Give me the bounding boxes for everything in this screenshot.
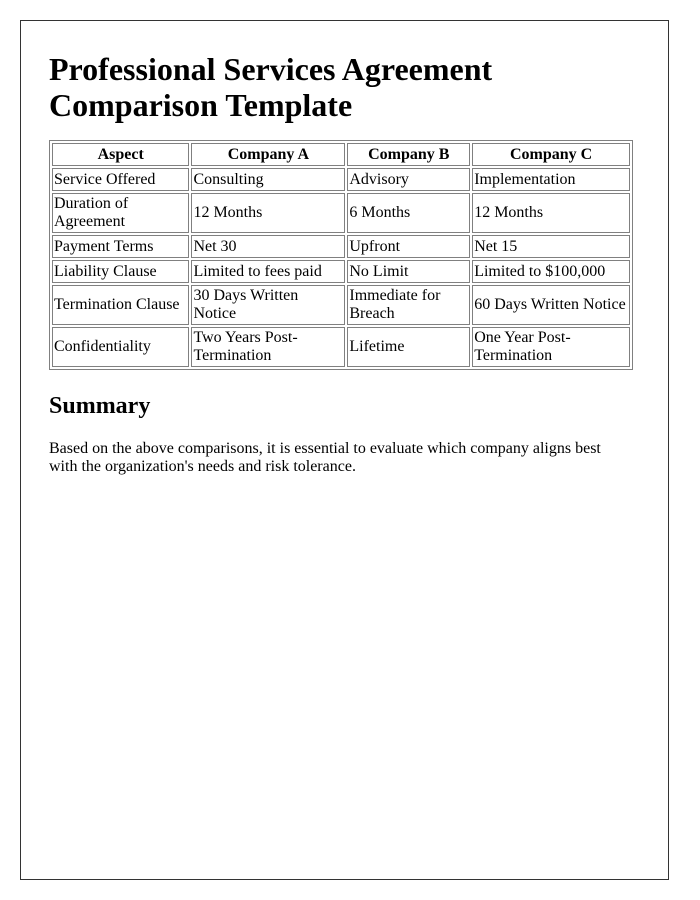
table-row: Duration of Agreement 12 Months 6 Months…: [52, 193, 630, 233]
header-company-b: Company B: [347, 143, 471, 166]
header-company-a: Company A: [191, 143, 346, 166]
cell-company-b: No Limit: [347, 260, 471, 283]
cell-aspect: Liability Clause: [52, 260, 190, 283]
cell-company-a: Consulting: [191, 168, 346, 191]
cell-company-b: Immediate for Breach: [347, 285, 471, 325]
header-company-c: Company C: [472, 143, 630, 166]
cell-company-a: 30 Days Written Notice: [191, 285, 346, 325]
cell-company-c: 12 Months: [472, 193, 630, 233]
cell-company-a: Net 30: [191, 235, 346, 258]
cell-company-a: 12 Months: [191, 193, 346, 233]
summary-heading: Summary: [49, 393, 151, 419]
cell-company-b: Advisory: [347, 168, 471, 191]
table-header-row: Aspect Company A Company B Company C: [52, 143, 630, 166]
cell-company-a: Limited to fees paid: [191, 260, 346, 283]
table-row: Payment Terms Net 30 Upfront Net 15: [52, 235, 630, 258]
table-row: Liability Clause Limited to fees paid No…: [52, 260, 630, 283]
table-row: Confidentiality Two Years Post-Terminati…: [52, 327, 630, 367]
cell-aspect: Termination Clause: [52, 285, 190, 325]
cell-aspect: Duration of Agreement: [52, 193, 190, 233]
cell-company-c: Implementation: [472, 168, 630, 191]
cell-company-c: Net 15: [472, 235, 630, 258]
summary-text: Based on the above comparisons, it is es…: [49, 440, 601, 475]
table-row: Service Offered Consulting Advisory Impl…: [52, 168, 630, 191]
cell-company-b: 6 Months: [347, 193, 471, 233]
cell-company-c: Limited to $100,000: [472, 260, 630, 283]
cell-aspect: Payment Terms: [52, 235, 190, 258]
cell-company-b: Upfront: [347, 235, 471, 258]
document-page: Professional Services Agreement Comparis…: [20, 20, 669, 880]
cell-company-c: One Year Post-Termination: [472, 327, 630, 367]
cell-company-b: Lifetime: [347, 327, 471, 367]
cell-company-a: Two Years Post-Termination: [191, 327, 346, 367]
comparison-table: Aspect Company A Company B Company C Ser…: [49, 140, 633, 370]
cell-aspect: Confidentiality: [52, 327, 190, 367]
cell-company-c: 60 Days Written Notice: [472, 285, 630, 325]
cell-aspect: Service Offered: [52, 168, 190, 191]
page-title: Professional Services Agreement Comparis…: [49, 51, 493, 123]
table-row: Termination Clause 30 Days Written Notic…: [52, 285, 630, 325]
header-aspect: Aspect: [52, 143, 190, 166]
